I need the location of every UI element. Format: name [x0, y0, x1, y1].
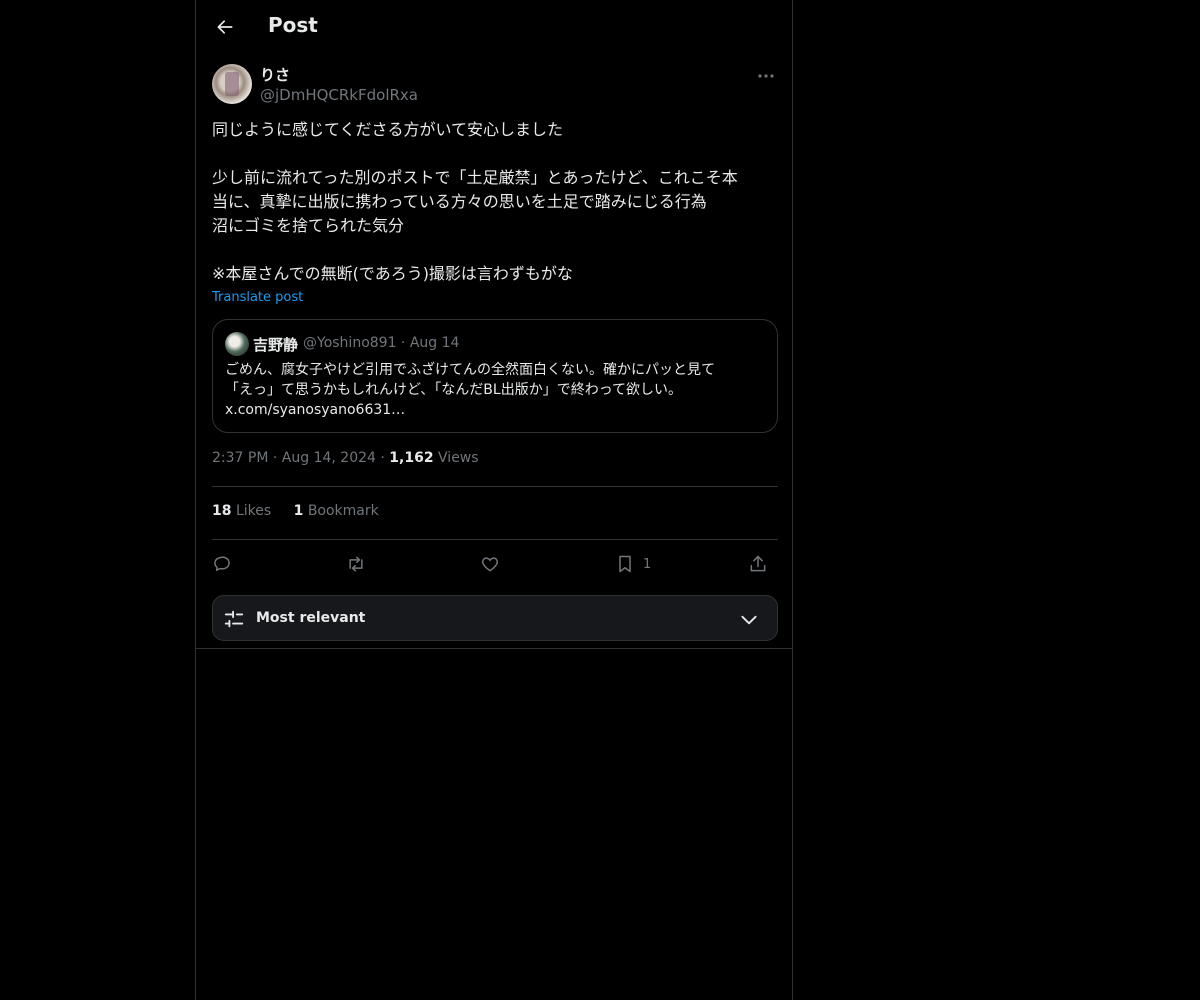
separator: · — [272, 450, 278, 466]
arrow-left-icon — [217, 20, 233, 34]
post-time[interactable]: 2:37 PM — [212, 450, 268, 466]
more-icon — [758, 74, 774, 78]
bookmark-count: 1 — [643, 556, 652, 572]
avatar[interactable] — [212, 64, 252, 104]
page-title: Post — [268, 13, 318, 37]
repost-icon — [349, 556, 363, 572]
post-line: ※本屋さんでの無断(であろう)撮影は言わずもがな — [212, 264, 573, 283]
divider — [212, 539, 778, 540]
views-count: 1,162 — [389, 450, 434, 466]
share-icon — [750, 555, 766, 572]
divider — [212, 486, 778, 487]
reply-sort-dropdown[interactable]: Most relevant — [212, 595, 778, 641]
bookmarks-count: 1 — [293, 503, 304, 519]
action-bar: 1 — [212, 550, 778, 578]
sort-label: Most relevant — [256, 610, 366, 626]
reply-icon — [214, 556, 230, 571]
divider — [196, 648, 792, 649]
quote-text: ごめん、腐女子やけど引用でふざけてんの全然面白くない。確かにパッと見て 「えっ」… — [225, 360, 765, 420]
chevron-down-icon — [741, 615, 757, 625]
header: Post — [196, 0, 792, 54]
quote-handle-date: @Yoshino891 · Aug 14 — [303, 335, 460, 351]
likes-count: 18 — [212, 503, 232, 519]
quote-link: x.com/syanosyano6631… — [225, 402, 406, 418]
likes-label: Likes — [235, 503, 272, 519]
bookmark-button[interactable]: 1 — [615, 550, 651, 578]
likes-stat[interactable]: 18 Likes — [212, 503, 271, 519]
back-button[interactable] — [210, 12, 240, 42]
post-line: 沼にゴミを捨てられた気分 — [212, 216, 405, 235]
post-author: りさ @jDmHQCRkFdolRxa — [212, 64, 778, 108]
sliders-icon — [224, 610, 244, 628]
post-line: 少し前に流れてった別のポストで「土足厳禁」とあったけど、これこそ本 — [212, 168, 738, 187]
quote-line: ごめん、腐女子やけど引用でふざけてんの全然面白くない。確かにパッと見て — [225, 362, 715, 378]
main-column: Post りさ @jDmHQCRkFdolRxa 同じように感じてくださる方がい… — [195, 0, 793, 1000]
share-button[interactable] — [748, 550, 768, 578]
post-stats: 18 Likes 1 Bookmark — [212, 503, 397, 519]
bookmark-icon — [619, 555, 631, 573]
bookmarks-stat[interactable]: 1 Bookmark — [294, 503, 379, 519]
quote-avatar — [225, 332, 249, 356]
post-date[interactable]: Aug 14, 2024 — [282, 450, 376, 466]
quote-meta: @Yoshino891 · Aug 14 — [303, 335, 459, 351]
bookmarks-label: Bookmark — [307, 503, 379, 519]
views-label: Views — [438, 450, 479, 466]
post-text: 同じように感じてくださる方がいて安心しました 少し前に流れてった別のポストで「土… — [212, 118, 778, 286]
repost-button[interactable] — [346, 550, 366, 578]
more-options-button[interactable] — [754, 66, 778, 86]
translate-post-link[interactable]: Translate post — [212, 290, 303, 305]
like-button[interactable] — [480, 550, 500, 578]
separator: · — [380, 450, 385, 466]
heart-icon — [481, 557, 499, 572]
author-handle[interactable]: @jDmHQCRkFdolRxa — [260, 86, 418, 104]
post-timestamp: 2:37 PM · Aug 14, 2024 · 1,162 Views — [212, 450, 479, 466]
quoted-post[interactable]: 吉野静 @Yoshino891 · Aug 14 ごめん、腐女子やけど引用でふざ… — [212, 319, 778, 433]
quote-line: 「えっ」て思うかもしれんけど、「なんだBL出版か」で終わって欲しい。 — [225, 382, 683, 398]
post-line: 同じように感じてくださる方がいて安心しました — [212, 120, 564, 139]
quote-author-name: 吉野静 — [253, 336, 299, 354]
post-line: 当に、真摯に出版に携わっている方々の思いを土足で踏みにじる行為 — [212, 192, 707, 211]
author-name[interactable]: りさ — [260, 64, 290, 85]
reply-button[interactable] — [212, 550, 232, 578]
